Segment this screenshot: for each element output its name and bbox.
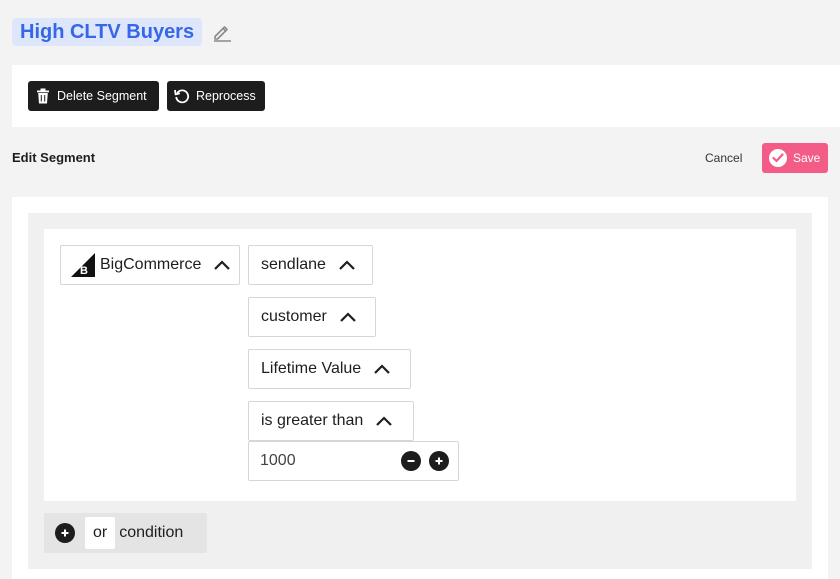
operator-value: is greater than (261, 412, 364, 429)
delete-segment-button[interactable]: Delete Segment (28, 81, 159, 111)
reprocess-label: Reprocess (196, 89, 256, 103)
trash-icon (35, 88, 51, 104)
source-select[interactable]: sendlane (248, 245, 373, 285)
refresh-icon (174, 88, 190, 104)
platform-value: BigCommerce (100, 256, 202, 273)
source-value: sendlane (261, 256, 326, 273)
add-condition-bar: or condition (44, 513, 207, 553)
cancel-button[interactable]: Cancel (705, 151, 742, 165)
save-button[interactable]: Save (762, 143, 828, 173)
bigcommerce-logo: B (71, 253, 95, 277)
segment-title: High CLTV Buyers (12, 18, 203, 46)
segment-title-bar: High CLTV Buyers (12, 18, 232, 46)
or-toggle[interactable]: or (85, 517, 116, 549)
value-input[interactable]: 1000 (248, 441, 459, 481)
chevron-up-icon (213, 259, 231, 271)
field-value: Lifetime Value (261, 360, 362, 377)
add-condition-label[interactable]: condition (119, 524, 183, 542)
chevron-up-icon (339, 311, 357, 323)
plus-circle-icon[interactable] (55, 523, 75, 543)
check-circle-icon (769, 149, 787, 167)
edit-segment-heading: Edit Segment (12, 150, 96, 165)
chevron-up-icon (338, 259, 356, 271)
object-value: customer (261, 308, 327, 325)
save-label: Save (793, 151, 821, 165)
pencil-icon[interactable] (212, 22, 232, 42)
chevron-up-icon (373, 363, 391, 375)
chevron-up-icon (375, 415, 393, 427)
minus-circle-icon[interactable] (401, 451, 421, 471)
plus-circle-icon[interactable] (429, 451, 449, 471)
value-text[interactable]: 1000 (260, 452, 401, 470)
platform-select[interactable]: B BigCommerce (60, 245, 240, 285)
reprocess-button[interactable]: Reprocess (167, 81, 265, 111)
operator-select[interactable]: is greater than (248, 401, 414, 441)
object-select[interactable]: customer (248, 297, 376, 337)
svg-text:B: B (80, 265, 88, 277)
delete-segment-label: Delete Segment (57, 89, 147, 103)
field-select[interactable]: Lifetime Value (248, 349, 411, 389)
segment-actions-card: Delete Segment Reprocess (12, 65, 840, 127)
